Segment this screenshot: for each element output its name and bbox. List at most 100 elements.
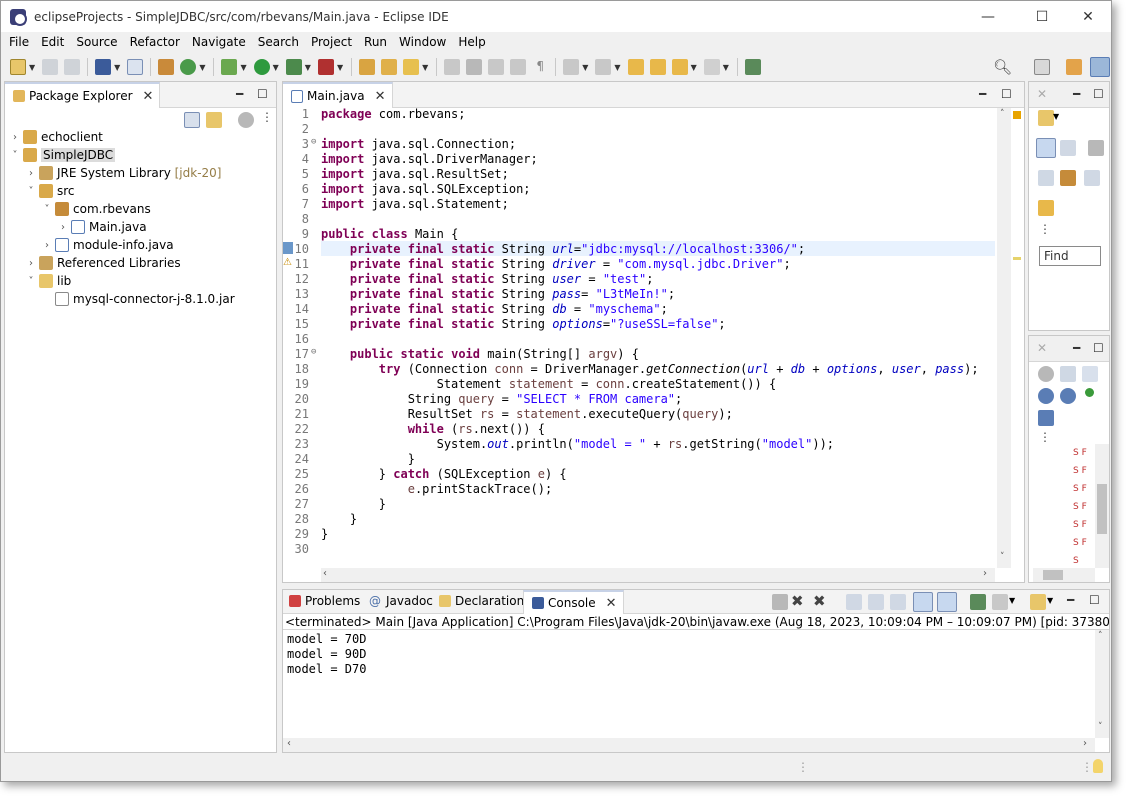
- clear-console-icon[interactable]: [846, 594, 862, 610]
- run-icon[interactable]: [253, 59, 270, 75]
- outline-scroll-thumb[interactable]: [1097, 484, 1107, 534]
- next-annotation-icon[interactable]: [563, 59, 580, 75]
- code-line[interactable]: 12 private final static String user = "t…: [283, 272, 654, 287]
- menu-edit[interactable]: Edit: [35, 35, 70, 49]
- code-line[interactable]: 24 }: [283, 452, 415, 467]
- new-task-icon[interactable]: [1038, 110, 1054, 126]
- breakpoint-marker-icon[interactable]: [283, 242, 293, 254]
- minimize-view-icon[interactable]: ━: [979, 87, 986, 101]
- code-line[interactable]: 3 ⊖ import java.sql.Connection;: [283, 137, 516, 152]
- view-menu-icon[interactable]: ⋮: [1039, 222, 1051, 236]
- warning-marker-icon[interactable]: ⚠: [283, 257, 292, 268]
- chevron-down-icon[interactable]: ▼: [273, 63, 279, 72]
- close-icon[interactable]: ✕: [143, 89, 154, 104]
- hide-fields-icon[interactable]: [1038, 366, 1054, 382]
- code-line[interactable]: 14 private final static String db = "mys…: [283, 302, 668, 317]
- remove-all-launches-icon[interactable]: ✖: [813, 592, 826, 610]
- perspective-switch-icon[interactable]: [1034, 59, 1050, 75]
- collapse-all-icon[interactable]: [1060, 366, 1076, 382]
- code-editor[interactable]: 1 package com.rbevans; 2 3 ⊖ import java.sql.…: [283, 107, 995, 562]
- maximize-view-icon[interactable]: ☐: [1093, 87, 1104, 101]
- code-line[interactable]: 29}: [283, 527, 329, 542]
- save-all-icon[interactable]: [64, 59, 81, 75]
- tab-problems[interactable]: Problems: [287, 594, 360, 608]
- chevron-up-icon[interactable]: ˄: [1000, 109, 1005, 119]
- skip-breakpoints-icon[interactable]: [127, 59, 144, 75]
- build-icon[interactable]: [158, 59, 175, 75]
- code-line[interactable]: 6 import java.sql.SQLException;: [283, 182, 531, 197]
- show-on-stderr-icon[interactable]: [937, 592, 957, 612]
- minimize-view-icon[interactable]: ━: [236, 87, 243, 101]
- chevron-down-icon[interactable]: ▼: [1047, 596, 1053, 605]
- close-icon[interactable]: ✕: [1037, 341, 1047, 355]
- chevron-down-icon[interactable]: ▼: [1053, 112, 1059, 121]
- menu-file[interactable]: File: [3, 35, 35, 49]
- chevron-down-icon[interactable]: ▼: [582, 63, 588, 72]
- tab-console[interactable]: Console ✕: [523, 590, 624, 614]
- code-line[interactable]: 10 private final static String url="jdbc…: [283, 242, 806, 257]
- fold-toggle-icon[interactable]: ⊖: [311, 347, 321, 362]
- search-icon[interactable]: 🔍︎: [993, 58, 1012, 76]
- chevron-right-icon[interactable]: ›: [25, 258, 37, 269]
- public-member-icon[interactable]: [1085, 388, 1094, 397]
- minimize-view-icon[interactable]: ━: [1073, 87, 1080, 101]
- tree-item-lib[interactable]: ˅ lib: [25, 272, 71, 290]
- chevron-right-icon[interactable]: ›: [25, 168, 37, 179]
- java-ee-perspective-icon[interactable]: [1066, 59, 1082, 75]
- code-line[interactable]: 21 ResultSet rs = statement.executeQuery…: [283, 407, 733, 422]
- code-line[interactable]: 8: [283, 212, 321, 227]
- tree-item-mysql-connector-jar[interactable]: mysql-connector-j-8.1.0.jar: [53, 290, 235, 308]
- overview-warning-marker[interactable]: [1013, 111, 1021, 119]
- editor-horizontal-scrollbar[interactable]: ‹ ›: [321, 568, 995, 582]
- close-icon[interactable]: ✕: [375, 89, 386, 104]
- tree-item-echoclient[interactable]: › echoclient: [9, 128, 103, 146]
- word-wrap-console-icon[interactable]: [890, 594, 906, 610]
- minimize-button[interactable]: —: [965, 1, 1011, 32]
- menu-help[interactable]: Help: [452, 35, 491, 49]
- focus-icon[interactable]: [1060, 170, 1076, 186]
- code-line[interactable]: 11 private final static String driver = …: [283, 257, 791, 272]
- save-icon[interactable]: [42, 59, 59, 75]
- menu-navigate[interactable]: Navigate: [186, 35, 252, 49]
- chevron-down-icon[interactable]: ▼: [723, 63, 729, 72]
- console-horizontal-scrollbar[interactable]: ‹ ›: [283, 738, 1095, 752]
- last-edit-icon[interactable]: [627, 59, 644, 75]
- menu-search[interactable]: Search: [252, 35, 305, 49]
- new-icon[interactable]: [10, 59, 26, 75]
- coverage-icon[interactable]: [285, 59, 302, 75]
- hide-non-public-icon[interactable]: [1060, 388, 1076, 404]
- chevron-down-icon[interactable]: ▼: [691, 63, 697, 72]
- pin-console-icon[interactable]: [970, 594, 986, 610]
- tree-item-com-rbevans[interactable]: ˅ com.rbevans: [41, 200, 151, 218]
- fold-toggle-icon[interactable]: ⊖: [311, 137, 321, 152]
- chevron-down-icon[interactable]: ▼: [1009, 596, 1015, 605]
- outline-horizontal-scrollbar[interactable]: [1033, 568, 1095, 582]
- search-tool-icon[interactable]: [403, 59, 420, 75]
- open-console-icon[interactable]: [1030, 594, 1046, 610]
- code-line[interactable]: 4 import java.sql.DriverManager;: [283, 152, 538, 167]
- sort-icon[interactable]: [1082, 366, 1098, 382]
- previous-annotation-icon[interactable]: [595, 59, 612, 75]
- outline-item[interactable]: S F: [1073, 520, 1087, 530]
- maximize-button[interactable]: ☐: [1019, 1, 1065, 32]
- code-line[interactable]: 19 Statement statement = conn.createStat…: [283, 377, 777, 392]
- chevron-up-icon[interactable]: ˄: [1098, 631, 1103, 641]
- overview-ruler-marker[interactable]: [1013, 257, 1021, 260]
- minimize-view-icon[interactable]: ━: [1073, 341, 1080, 355]
- close-window-button[interactable]: ✕: [1065, 1, 1111, 32]
- outline-item[interactable]: S: [1073, 556, 1079, 566]
- tree-item-src[interactable]: ˅ src: [25, 182, 75, 200]
- tree-item-jre-system-library[interactable]: › JRE System Library [jdk-20]: [25, 164, 222, 182]
- display-console-icon[interactable]: [992, 594, 1008, 610]
- forward-arrow-icon[interactable]: [703, 59, 720, 75]
- chevron-down-icon[interactable]: ˅: [1098, 722, 1103, 732]
- chevron-right-icon[interactable]: ›: [983, 568, 987, 579]
- menu-run[interactable]: Run: [358, 35, 393, 49]
- tab-declaration[interactable]: Declaration: [437, 594, 524, 608]
- code-line[interactable]: 15 private final static String options="…: [283, 317, 726, 332]
- close-icon[interactable]: ✕: [1037, 87, 1047, 101]
- chevron-down-icon[interactable]: ˅: [41, 204, 53, 215]
- code-line[interactable]: 13 private final static String pass= "L3…: [283, 287, 676, 302]
- open-type-icon[interactable]: [381, 59, 398, 75]
- hide-local-types-icon[interactable]: [1038, 410, 1054, 426]
